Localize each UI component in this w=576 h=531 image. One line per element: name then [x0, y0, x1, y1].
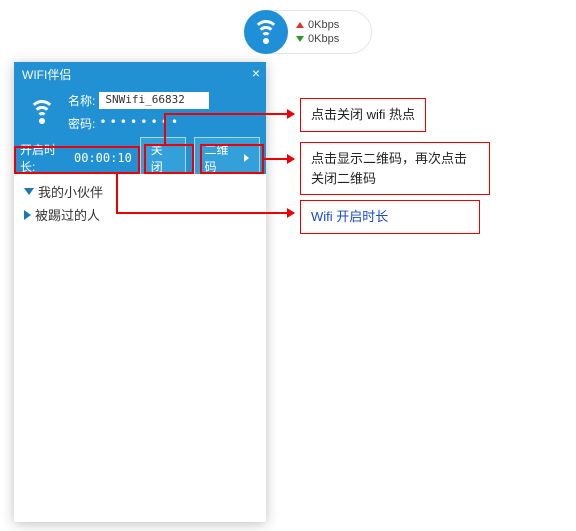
- name-label: 名称:: [68, 92, 95, 109]
- password-row: 密码: ••••••••: [68, 115, 209, 132]
- wifi-icon: [244, 10, 288, 54]
- titlebar: WIFI伴侣 ×: [14, 62, 266, 86]
- annotation-qr: 点击显示二维码，再次点击关闭二维码: [300, 142, 490, 195]
- arrow-vertical-close: [164, 113, 166, 145]
- tree-item-label: 我的小伙伴: [38, 182, 103, 201]
- uptime-label: 开启时长:: [20, 141, 70, 175]
- qr-code-button[interactable]: 二维码: [194, 137, 260, 179]
- close-icon[interactable]: ×: [252, 65, 260, 81]
- chevron-right-icon: [244, 154, 249, 162]
- annotation-close-hotspot: 点击关闭 wifi 热点: [300, 98, 426, 132]
- arrow-down-icon: [296, 36, 304, 42]
- status-pill: 0Kbps 0Kbps: [244, 10, 372, 54]
- password-label: 密码:: [68, 115, 95, 132]
- uptime: 开启时长: 00:00:10: [20, 141, 132, 175]
- close-hotspot-button[interactable]: 关闭: [140, 137, 186, 179]
- upload-speed: 0Kbps: [296, 19, 339, 31]
- uptime-value: 00:00:10: [74, 151, 132, 165]
- header: 名称: SNWifi_66832 密码: ••••••••: [14, 86, 266, 142]
- annotation-uptime: Wifi 开启时长: [300, 200, 480, 234]
- arrow-vertical-uptime: [116, 172, 118, 212]
- window-title: WIFI伴侣: [22, 66, 71, 83]
- download-speed: 0Kbps: [296, 33, 339, 45]
- wifi-companion-window: WIFI伴侣 × 名称: SNWifi_66832 密码: •••••••• 开…: [14, 62, 266, 522]
- tree-item-partners[interactable]: 我的小伙伴: [20, 180, 260, 203]
- tree-item-label: 被踢过的人: [35, 205, 100, 224]
- toolbar: 开启时长: 00:00:10 关闭 二维码: [14, 142, 266, 174]
- password-value: ••••••••: [99, 115, 181, 132]
- chevron-right-icon: [24, 210, 31, 220]
- ssid-row: 名称: SNWifi_66832: [68, 92, 209, 109]
- chevron-down-icon: [24, 188, 34, 195]
- arrow-to-qr: [264, 158, 294, 160]
- client-list: 我的小伙伴 被踢过的人: [14, 174, 266, 522]
- ssid-value[interactable]: SNWifi_66832: [99, 92, 209, 109]
- arrow-up-icon: [296, 22, 304, 28]
- wifi-icon: [22, 92, 62, 132]
- tree-item-kicked[interactable]: 被踢过的人: [20, 203, 260, 226]
